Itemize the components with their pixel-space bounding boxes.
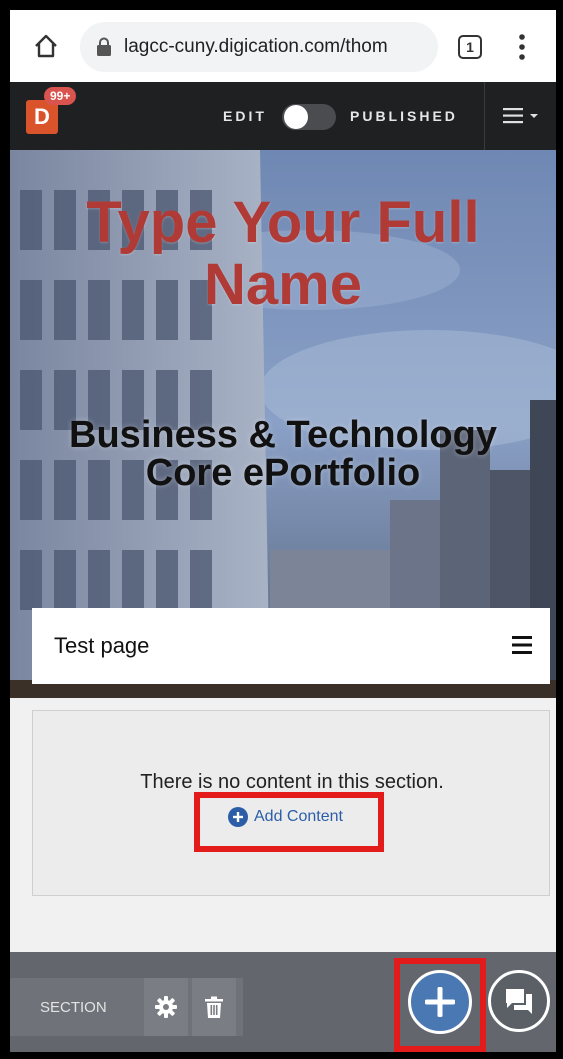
menu-dots-icon[interactable] [510,30,534,64]
highlight-box-add-content [194,792,384,852]
chat-button[interactable] [488,970,550,1032]
highlight-box-add-section [394,958,486,1052]
url-bar[interactable]: lagcc-cuny.digication.com/thom [80,22,438,72]
lock-icon [97,37,111,56]
app-bar: D 99+ EDIT PUBLISHED [10,82,556,150]
tabs-icon[interactable]: 1 [458,35,482,59]
portfolio-subtitle[interactable]: Business & Technology Core ePortfolio [50,416,516,492]
logo-letter: D [34,104,50,129]
section-label: SECTION [40,998,107,1016]
notification-badge[interactable]: 99+ [44,87,77,105]
section-settings-button[interactable] [144,978,188,1036]
tab-count: 1 [466,39,474,55]
published-label: PUBLISHED [350,108,458,124]
empty-section-message: There is no content in this section. [140,771,444,793]
toggle-knob [284,105,308,129]
hamburger-menu-icon[interactable] [503,108,543,124]
edit-label: EDIT [223,108,267,124]
portfolio-owner-name[interactable]: Type Your Full Name [30,192,536,316]
trash-icon [205,996,223,1018]
section-controls: SECTION [10,978,243,1036]
edit-published-toggle[interactable] [282,104,336,130]
section-delete-button[interactable] [192,978,236,1036]
home-icon[interactable] [32,32,60,60]
divider [484,82,485,150]
page-menu-icon[interactable] [512,636,532,654]
page-header: Test page [32,608,550,684]
url-text: lagcc-cuny.digication.com/thom [124,36,388,57]
app-logo[interactable]: D [26,100,58,134]
browser-bar: lagcc-cuny.digication.com/thom 1 [10,10,556,82]
page-title: Test page [54,633,150,658]
gear-icon [155,996,177,1018]
chat-icon [506,989,532,1014]
phone-screen: lagcc-cuny.digication.com/thom 1 D 99+ E… [10,10,556,1052]
